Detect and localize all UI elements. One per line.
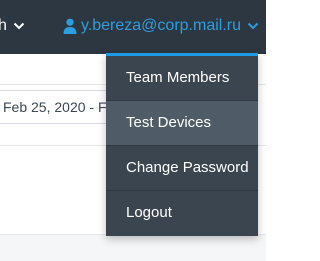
menu-item-test-devices[interactable]: Test Devices: [106, 101, 258, 146]
content-footer-band: [0, 234, 266, 261]
nav-menu-item[interactable]: h: [0, 15, 25, 37]
top-navigation-bar: h y.bereza@corp.mail.ru: [0, 0, 266, 54]
menu-item-team-members[interactable]: Team Members: [106, 56, 258, 101]
user-email: y.bereza@corp.mail.ru: [81, 17, 241, 34]
chevron-down-icon: [13, 22, 25, 30]
nav-menu-item-label: h: [0, 17, 7, 34]
menu-item-change-password[interactable]: Change Password: [106, 146, 258, 191]
user-icon: [63, 18, 77, 34]
user-dropdown-menu: Team Members Test Devices Change Passwor…: [106, 53, 258, 236]
chevron-down-icon: [247, 22, 259, 30]
menu-item-logout[interactable]: Logout: [106, 191, 258, 236]
user-account-menu[interactable]: y.bereza@corp.mail.ru: [63, 15, 259, 37]
